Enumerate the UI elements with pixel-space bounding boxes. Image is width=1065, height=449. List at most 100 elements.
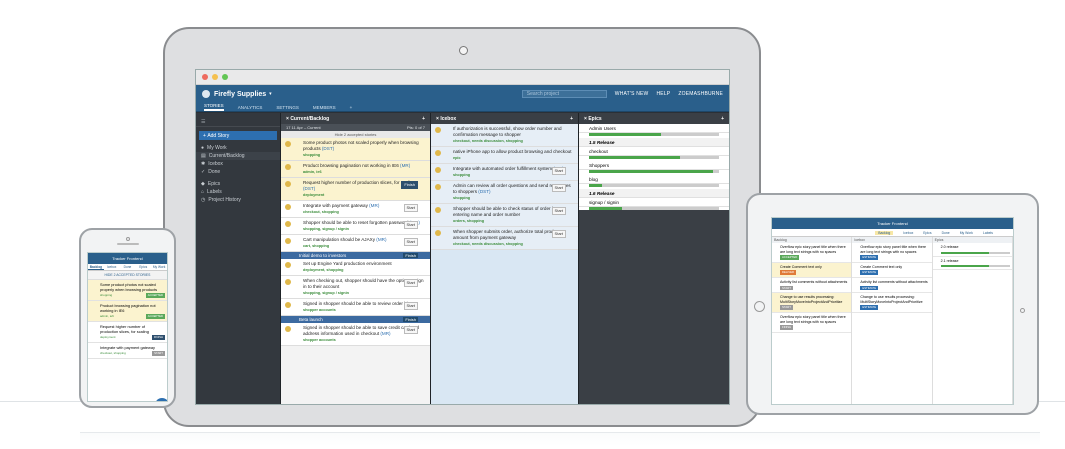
tab-analytics[interactable]: ANALYTICS [238, 105, 263, 111]
story-state-button[interactable]: START [152, 351, 165, 356]
story-state-button[interactable]: ACCEPTED [145, 314, 165, 319]
story-state-button[interactable]: Start [403, 221, 418, 229]
phone-story-row[interactable]: Request higher number of production slic… [88, 322, 167, 343]
tab-stories[interactable]: STORIES [204, 103, 224, 111]
tablet-story-row[interactable]: Create Comment text only ESTIMATE [852, 262, 932, 278]
tablet-story-row[interactable]: Create Comment text only DELIVER [772, 262, 852, 278]
finish-button[interactable]: Finish [403, 317, 418, 322]
story-row[interactable]: Some product photos not scaled properly … [281, 138, 430, 161]
toggle-accepted-link[interactable]: HIDE 2 ACCEPTED STORIES [88, 271, 167, 280]
tab-settings[interactable]: SETTINGS [276, 105, 299, 111]
tablet-tab[interactable]: Labels [983, 231, 993, 235]
epic-row[interactable]: blog [579, 175, 729, 184]
story-state-button[interactable]: Start [403, 204, 418, 212]
story-row[interactable]: Signed in shopper should be able to save… [281, 323, 430, 346]
sidebar-item-icebox[interactable]: ✱ Icebox [196, 160, 280, 168]
tablet-story-row[interactable]: 2.1 release [932, 256, 1012, 271]
story-state-button[interactable]: START [780, 285, 793, 291]
story-row[interactable]: native iPhone app to allow product brows… [431, 147, 578, 164]
tablet-story-row[interactable]: Overflow epic story panel title when the… [772, 312, 852, 333]
phone-tab[interactable]: Done [120, 264, 136, 270]
sidebar-item-labels[interactable]: ⌂ Labels [196, 188, 280, 196]
tablet-story-row[interactable]: Overflow epic story panel title when the… [852, 243, 932, 263]
tablet-tab[interactable]: My Work [960, 231, 973, 235]
story-state-button[interactable]: DELIVER [780, 270, 796, 275]
phone-story-row[interactable]: Some product photos not scaled properly … [88, 280, 167, 301]
story-state-button[interactable]: ACCEPTED [780, 255, 800, 260]
epic-row[interactable]: Admin Users [579, 124, 729, 133]
whats-new-link[interactable]: WHAT'S NEW [615, 91, 649, 97]
story-state-button[interactable]: Start [403, 238, 418, 246]
story-row[interactable]: Cart manipulation should be AJAXy (MR) ca… [281, 235, 430, 252]
add-story-button[interactable]: + Add Story [199, 131, 277, 140]
close-window-icon[interactable] [202, 74, 208, 80]
tracker-logo-icon[interactable] [202, 90, 210, 98]
story-state-button[interactable]: ESTIMATE [860, 305, 879, 310]
chevron-down-icon[interactable]: ▾ [269, 91, 272, 97]
phone-story-row[interactable]: Product browsing pagination not working … [88, 301, 167, 322]
add-tab-icon[interactable]: + [350, 105, 353, 111]
add-story-icon[interactable]: + [570, 116, 573, 122]
add-epic-icon[interactable]: + [721, 116, 724, 122]
story-row[interactable]: Shopper should be able to check status o… [431, 204, 578, 227]
story-row[interactable]: Admin can review all order questions and… [431, 181, 578, 204]
user-menu[interactable]: ZOEMASHBURNE [678, 91, 723, 97]
tablet-tab[interactable]: Done [942, 231, 950, 235]
tab-members[interactable]: MEMBERS [313, 105, 336, 111]
release-marker[interactable]: Beta launch Finish [281, 316, 430, 323]
sidebar-item-project-history[interactable]: ◷ Project History [196, 196, 280, 204]
story-state-button[interactable]: Start [403, 302, 418, 310]
maximize-window-icon[interactable] [222, 74, 228, 80]
epic-row[interactable]: 1.6 Release [579, 189, 729, 198]
finish-button[interactable]: Finish [403, 253, 418, 258]
minimize-window-icon[interactable] [212, 74, 218, 80]
story-row[interactable]: When shopper submits order, authorize to… [431, 227, 578, 250]
story-row[interactable]: Integrate with payment gateway (MR) check… [281, 201, 430, 218]
story-state-button[interactable]: ACCEPTED [145, 293, 165, 298]
home-button[interactable] [754, 301, 765, 312]
story-state-button[interactable]: Start [551, 230, 566, 238]
search-input[interactable]: Search project [521, 90, 607, 98]
story-row[interactable]: Product browsing pagination not working … [281, 161, 430, 178]
release-marker[interactable]: Initial demo to investors Finish [281, 252, 430, 259]
help-link[interactable]: HELP [656, 91, 670, 97]
story-row[interactable]: Shopper should be able to reset forgotte… [281, 218, 430, 235]
story-row[interactable]: If authorization is successful, show ord… [431, 124, 578, 147]
story-state-button[interactable]: START [780, 305, 793, 310]
story-state-button[interactable]: ESTIMATE [860, 285, 879, 291]
epic-row[interactable]: 1.5 Release [579, 138, 729, 147]
story-state-button[interactable]: Start [403, 326, 418, 334]
phone-story-row[interactable]: Integrate with payment gateway checkout, … [88, 343, 167, 359]
story-state-button[interactable]: Start [551, 167, 566, 175]
tablet-story-row[interactable]: 2.0 release [932, 243, 1012, 257]
epic-row[interactable]: signup / signin [579, 198, 729, 207]
story-state-button[interactable]: Start [551, 184, 566, 192]
sidebar-item-epics[interactable]: ◆ Epics [196, 180, 280, 188]
tablet-story-row[interactable]: Change to use results processing: MultiS… [852, 293, 932, 313]
phone-tab[interactable]: Epics [135, 264, 151, 270]
tablet-tab[interactable]: Backlog [875, 230, 894, 235]
sidebar-item-my-work[interactable]: ● My Work [196, 144, 280, 152]
story-state-button[interactable]: FINISH [151, 335, 165, 340]
project-name[interactable]: Firefly Supplies [214, 91, 266, 98]
story-state-button[interactable]: Start [403, 279, 418, 287]
epic-row[interactable]: checkout [579, 147, 729, 156]
story-row[interactable]: When checking out, shopper should have t… [281, 276, 430, 299]
sidebar-item-current-backlog[interactable]: ▤ Current/Backlog [196, 152, 280, 160]
sidebar-toggle[interactable]: ☰ [196, 117, 280, 127]
story-row[interactable]: Integrate with automated order fulfillme… [431, 164, 578, 181]
tablet-story-row[interactable]: Activity list comments without attachmen… [852, 277, 932, 294]
tablet-tab[interactable]: Icebox [903, 231, 913, 235]
tablet-story-row[interactable]: Activity list comments without attachmen… [772, 277, 852, 294]
story-state-button[interactable]: Start [551, 207, 566, 215]
story-state-button[interactable]: ESTIMATE [860, 255, 879, 260]
tablet-story-row[interactable]: Change to use results processing: MultiS… [772, 293, 852, 313]
story-state-button[interactable]: Finish [401, 181, 418, 189]
tablet-tab[interactable]: Epics [923, 231, 931, 235]
sidebar-item-done[interactable]: ✓ Done [196, 168, 280, 176]
tablet-story-row[interactable]: Overflow epic story panel title when the… [772, 243, 852, 263]
toggle-accepted-link[interactable]: Hide 2 accepted stories [281, 131, 430, 138]
story-row[interactable]: Request higher number of production slic… [281, 178, 430, 201]
story-row[interactable]: Set up Engine Yard production environmen… [281, 259, 430, 276]
phone-tab[interactable]: My Work [151, 264, 167, 270]
